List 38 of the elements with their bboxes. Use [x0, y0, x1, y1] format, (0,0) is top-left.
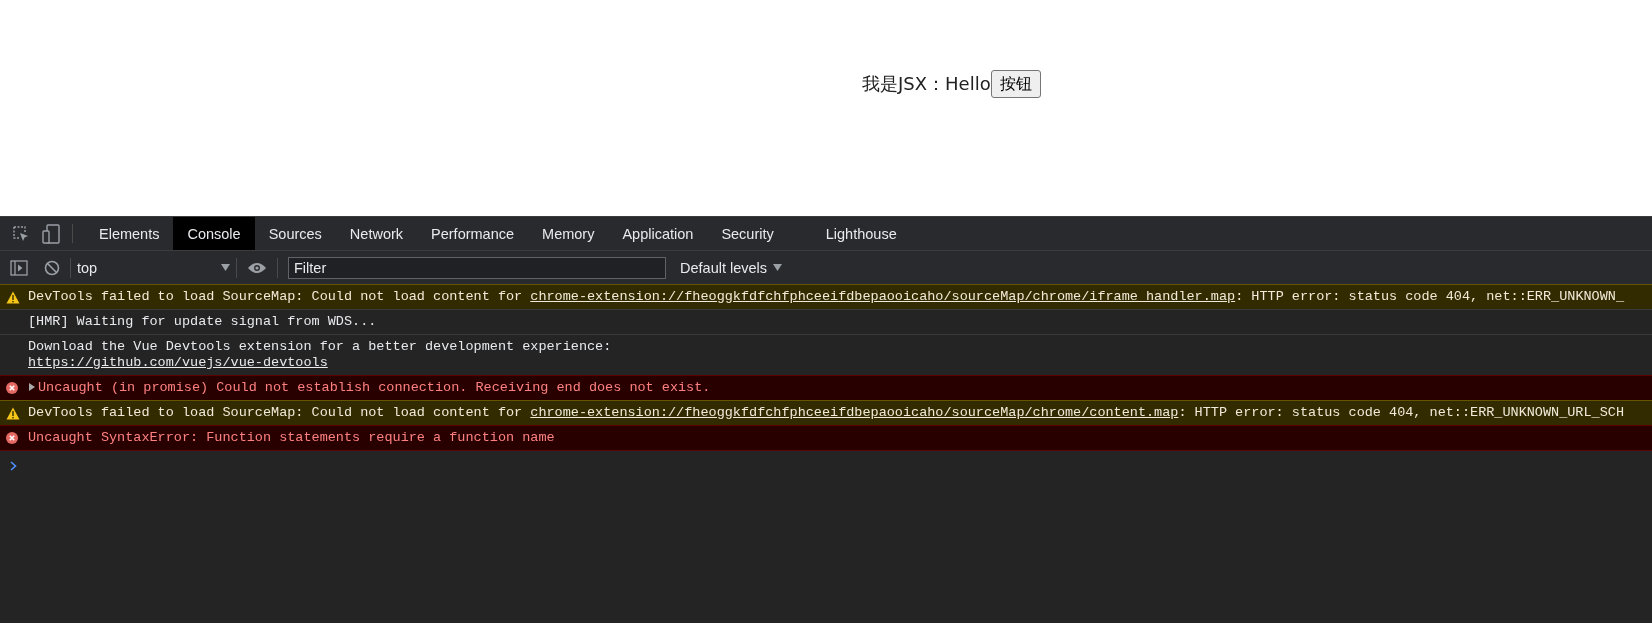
warning-icon [6, 406, 20, 420]
devtools-tab[interactable]: Console [173, 217, 255, 250]
console-message-text: Uncaught (in promise) Could not establish connection. Receiving end does not exist. [38, 380, 711, 395]
source-map-link[interactable]: chrome-extension://fheoggkfdfchfphceeifdbepaooicaho/sourceMap/chrome/iframe_handler.map [530, 289, 1236, 304]
devtools-tab[interactable]: Security [707, 217, 812, 250]
warning-icon [6, 290, 20, 304]
console-message-text: DevTools failed to load SourceMap: Could not load content for [28, 289, 524, 304]
prompt-chevron-icon [10, 461, 17, 471]
devtools-tab[interactable]: Application [608, 217, 708, 250]
console-message-text: : HTTP error: status code 404, net::ERR_UNKNOWN_ [1235, 289, 1624, 304]
devtools-link[interactable]: https://github.com/vuejs/vue-devtools [28, 355, 328, 370]
clear-console-icon[interactable] [44, 259, 60, 276]
filter-field[interactable]: Filter [288, 256, 666, 279]
action-button[interactable]: 按钮 [990, 70, 1041, 98]
console-message-text: Download the Vue Devtools extension for a better development experience: [28, 339, 612, 354]
dropdown-caret-icon [773, 264, 783, 271]
dropdown-caret-icon [221, 264, 230, 271]
source-map-link[interactable]: chrome-extension://fheoggkfdfchfphceeifdbepaooicaho/sourceMap/chrome/content.map [530, 405, 1179, 420]
error-icon [6, 382, 18, 394]
eye-icon[interactable] [247, 261, 267, 274]
inspect-element-icon[interactable] [12, 224, 30, 243]
console-message-text: [HMR] Waiting for update signal from WDS... [28, 314, 377, 329]
greeting-text: 我是JSX：Hello [862, 72, 991, 96]
devtools-tab[interactable]: Lighthouse [811, 217, 911, 250]
devtools-tab[interactable]: Sources [254, 217, 336, 250]
devtools-tab[interactable]: Performance [417, 217, 529, 250]
device-toolbar-icon[interactable] [42, 223, 60, 244]
expand-arrow-icon[interactable] [28, 382, 36, 393]
console-message-text: DevTools failed to load SourceMap: Could not load content for [28, 405, 524, 420]
error-icon [6, 432, 18, 444]
console-message-text: : HTTP error: status code 404, net::ERR_UNKNOWN_URL_SCH [1178, 405, 1624, 420]
sidebar-toggle-icon[interactable] [10, 259, 28, 276]
devtools-tab[interactable]: Network [335, 217, 418, 250]
log-levels-dropdown[interactable]: Default levels [674, 258, 789, 277]
console-message-text: Uncaught SyntaxError: Function statements require a function name [28, 430, 555, 445]
devtools-tab[interactable]: Elements [85, 217, 174, 250]
devtools-tab[interactable]: Memory [528, 217, 609, 250]
context-dropdown[interactable]: top [71, 254, 236, 281]
